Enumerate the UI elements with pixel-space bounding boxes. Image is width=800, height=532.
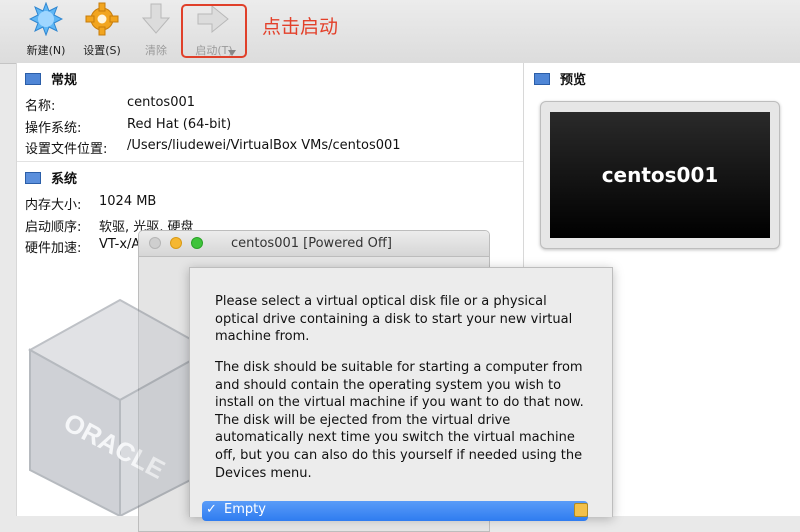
system-row-acceleration: 硬件加速: VT-x/A (25, 237, 140, 256)
dialog-detail-text: The disk should be suitable for starting… (215, 360, 584, 481)
zoom-window-button[interactable] (191, 237, 203, 249)
folder-browse-icon[interactable] (574, 503, 588, 517)
new-button[interactable]: 新建(N) (14, 0, 78, 63)
system-title: 系统 (51, 172, 78, 187)
general-title: 常规 (51, 73, 78, 88)
monitor-icon (25, 73, 41, 85)
system-section-header[interactable]: 系统 (25, 168, 77, 187)
toolbar: 新建(N) 设置(S) 清除 启动(T) 点击启动 (0, 0, 800, 64)
check-icon: ✓ (206, 502, 217, 517)
row-key: 操作系统: (25, 121, 82, 136)
general-row-location: 设置文件位置: /Users/liudewei/VirtualBox VMs/c… (25, 138, 401, 157)
system-row-memory: 内存大小: 1024 MB (25, 194, 156, 213)
row-key: 内存大小: (25, 198, 82, 213)
row-key: 硬件加速: (25, 241, 82, 256)
general-row-name: 名称: centos001 (25, 95, 195, 114)
preview-section-header[interactable]: 预览 (534, 69, 586, 88)
chip-icon (25, 172, 41, 184)
monitor-icon (534, 73, 550, 85)
new-label: 新建(N) (26, 44, 66, 57)
row-key: 启动顺序: (25, 220, 82, 235)
row-value: /Users/liudewei/VirtualBox VMs/centos001 (127, 138, 401, 153)
optical-disk-select[interactable]: ✓ Empty (202, 501, 588, 521)
minimize-window-button[interactable] (170, 237, 182, 249)
start-annotation: 点击启动 (262, 16, 339, 38)
row-value: centos001 (127, 95, 196, 110)
preview-frame: centos001 (540, 101, 780, 249)
start-highlight-box (181, 4, 247, 58)
row-key: 设置文件位置: (25, 142, 108, 157)
row-key: 名称: (25, 99, 56, 114)
vm-titlebar[interactable]: centos001 [Powered Off] (139, 231, 489, 257)
discard-button[interactable]: 清除 (124, 0, 188, 63)
selected-disk-value: Empty (224, 502, 266, 517)
discard-label: 清除 (145, 44, 167, 57)
general-section-header[interactable]: 常规 (25, 69, 77, 88)
row-value: 1024 MB (99, 194, 157, 209)
gear-icon (85, 2, 119, 36)
select-startup-disk-dialog: Please select a virtual optical disk fil… (189, 267, 613, 521)
general-row-os: 操作系统: Red Hat (64-bit) (25, 117, 231, 136)
row-value: VT-x/A (99, 237, 141, 252)
section-divider (17, 161, 523, 162)
preview-title: 预览 (560, 73, 587, 88)
new-starburst-icon (29, 2, 63, 36)
dialog-intro-text: Please select a virtual optical disk fil… (215, 294, 573, 345)
close-window-button[interactable] (149, 237, 161, 249)
system-row-boot-order: 启动顺序: 软驱, 光驱, 硬盘 (25, 216, 194, 235)
vm-window-title: centos001 [Powered Off] (231, 236, 392, 251)
preview-screen: centos001 (550, 112, 770, 238)
down-arrow-icon (141, 3, 171, 34)
row-value: Red Hat (64-bit) (127, 117, 232, 132)
